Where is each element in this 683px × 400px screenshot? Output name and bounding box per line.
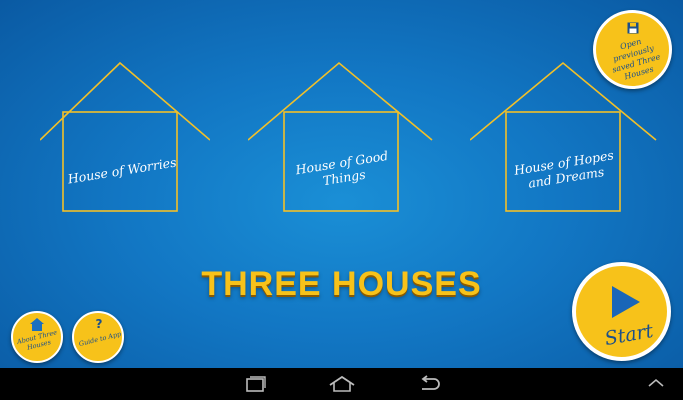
house-icon <box>30 318 44 331</box>
house-of-good-things[interactable]: House of Good Things <box>248 60 433 215</box>
open-saved-button[interactable]: Open previously saved Three Houses <box>593 10 672 89</box>
start-button[interactable]: Start <box>572 262 671 361</box>
guide-button[interactable]: ? Guide to App <box>72 311 124 363</box>
open-saved-label: Open previously saved Three Houses <box>611 36 662 82</box>
system-nav-bar <box>0 368 683 400</box>
start-label: Start <box>603 319 655 351</box>
recent-apps-icon[interactable] <box>242 374 268 394</box>
house-of-worries[interactable]: House of Worries <box>40 60 210 215</box>
home-icon[interactable] <box>328 374 356 394</box>
chevron-up-icon[interactable] <box>646 377 666 389</box>
play-icon <box>612 286 640 318</box>
about-label: About Three Houses <box>16 328 58 352</box>
guide-label: Guide to App <box>78 329 122 349</box>
question-mark-icon: ? <box>95 317 103 331</box>
about-button[interactable]: About Three Houses <box>11 311 63 363</box>
floppy-disk-icon <box>627 22 639 34</box>
back-icon[interactable] <box>416 374 442 394</box>
app-screen: House of Worries House of Good Things Ho… <box>0 0 683 368</box>
